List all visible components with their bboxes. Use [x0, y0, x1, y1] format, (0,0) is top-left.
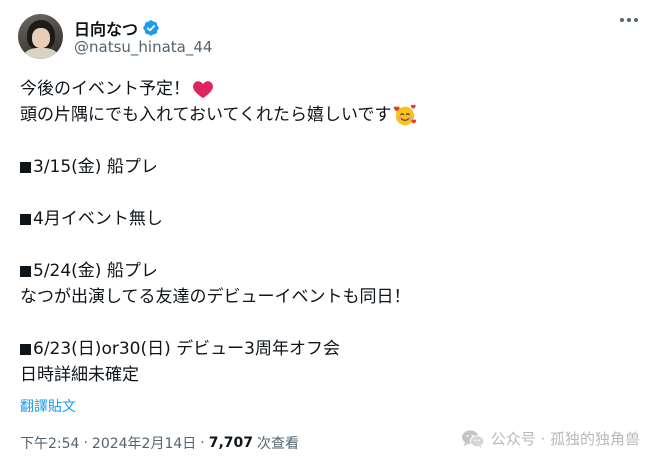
author-display-name[interactable]: 日向なつ	[74, 16, 138, 40]
black-square-icon	[20, 213, 31, 225]
verified-badge-icon	[143, 20, 159, 36]
watermark-text: 公众号 · 孤独的独角兽	[490, 430, 640, 448]
views-label: 次查看	[257, 436, 300, 452]
smiling-face-with-hearts-icon	[394, 104, 417, 126]
author-handle[interactable]: @natsu_hinata_44	[74, 38, 212, 56]
tweet-line: 日時詳細未確定	[20, 365, 139, 385]
tweet-meta: 下午2:54 · 2024年2月14日 · 7,707 次查看	[20, 433, 299, 453]
tweet-line: 3/15(金) 船プレ	[20, 154, 640, 180]
more-options-icon[interactable]	[620, 18, 638, 22]
post-date[interactable]: 2024年2月14日	[92, 433, 196, 453]
avatar-body	[24, 48, 58, 59]
tweet-line: 4月イベント無し	[20, 206, 640, 232]
heart-emoji-icon	[193, 81, 213, 99]
meta-separator: ·	[83, 435, 88, 451]
post-time[interactable]: 下午2:54	[20, 433, 79, 453]
avatar[interactable]	[18, 14, 63, 59]
tweet-line: なつが出演してる友達のデビューイベントも同日！	[20, 287, 411, 307]
tweet-text: 今後のイベント予定！ 頭の片隅にでも入れておいてくれたら嬉しいです 3/15(金…	[20, 76, 640, 388]
wechat-icon	[461, 429, 485, 449]
watermark: 公众号 · 孤独的独角兽	[461, 428, 640, 449]
author-name-row: 日向なつ	[74, 16, 160, 40]
black-square-icon	[20, 265, 31, 277]
translate-post-link[interactable]: 翻譯貼文	[20, 396, 76, 416]
avatar-face	[32, 28, 50, 48]
black-square-icon	[20, 343, 31, 355]
black-square-icon	[20, 161, 31, 173]
tweet-line: 今後のイベント予定！	[20, 76, 640, 102]
views-count[interactable]: 7,707	[209, 435, 253, 451]
tweet-line: 5/24(金) 船プレ	[20, 258, 640, 284]
meta-separator: ·	[200, 435, 205, 451]
tweet-line: 6/23(日)or30(日) デビュー3周年オフ会	[20, 336, 640, 362]
tweet-line: 頭の片隅にでも入れておいてくれたら嬉しいです	[20, 102, 640, 128]
